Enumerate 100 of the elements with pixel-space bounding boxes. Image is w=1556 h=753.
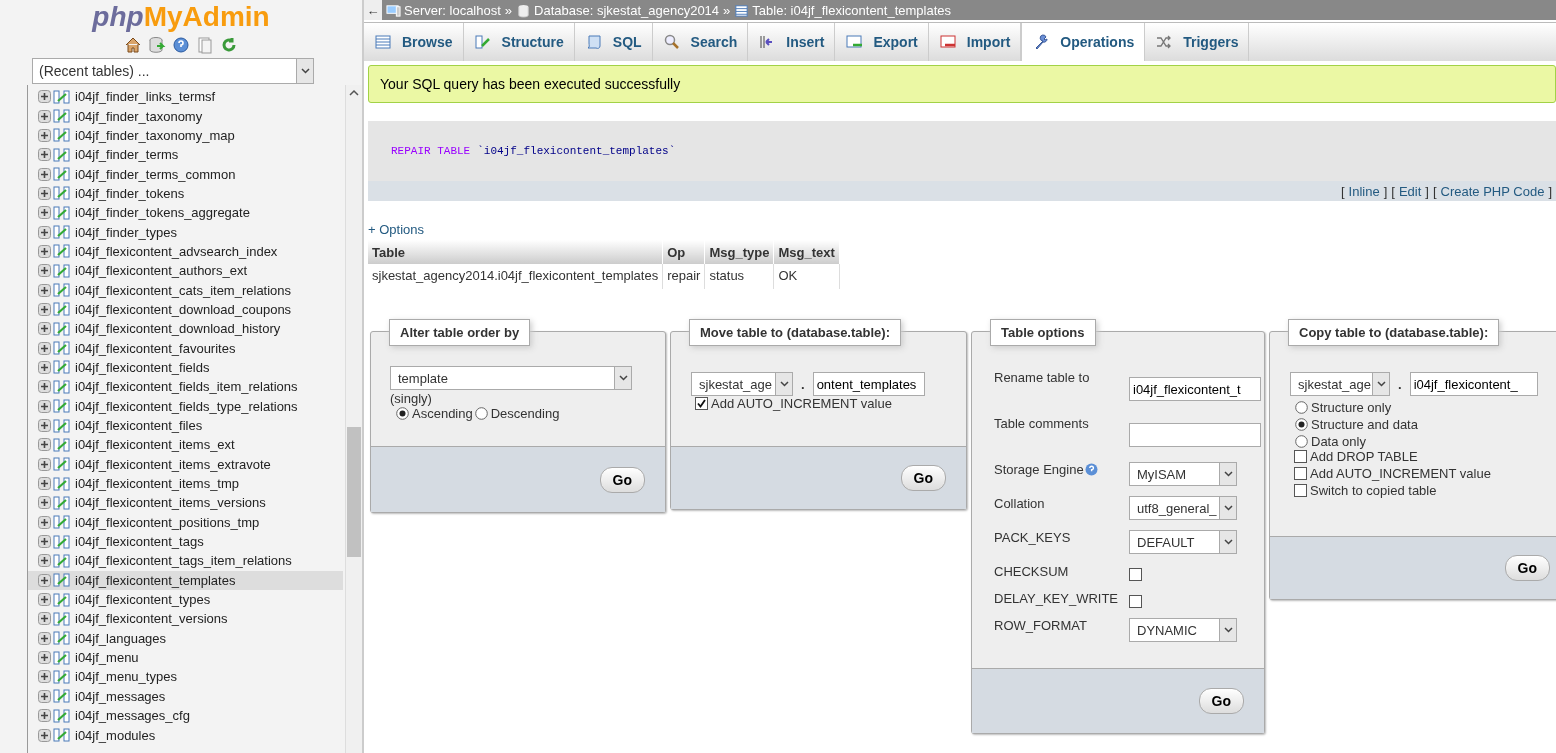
expand-icon[interactable] [38, 109, 51, 123]
expand-icon[interactable] [38, 186, 51, 200]
dropdown[interactable]: MyISAM [1129, 462, 1237, 486]
go-button[interactable]: Go [1198, 688, 1244, 714]
tab[interactable]: Export [835, 23, 929, 61]
table-tree-item[interactable]: i04jf_flexicontent_fields_item_relations [28, 377, 343, 397]
input-field[interactable]: ontent_templates [812, 372, 925, 396]
radio-button[interactable] [396, 407, 409, 420]
query-link[interactable]: Inline [1348, 183, 1380, 199]
expand-icon[interactable] [38, 148, 51, 162]
go-button[interactable]: Go [1504, 555, 1550, 581]
tab[interactable]: Browse [364, 23, 464, 61]
table-tree-item[interactable]: i04jf_finder_taxonomy_map [28, 125, 343, 146]
expand-icon[interactable] [38, 477, 51, 491]
table-tree-item[interactable]: i04jf_finder_taxonomy [28, 106, 343, 126]
expand-icon[interactable] [38, 244, 51, 258]
go-button[interactable]: Go [599, 466, 645, 493]
table-tree-item[interactable]: i04jf_modules [28, 725, 343, 745]
radio-button[interactable] [1295, 418, 1308, 431]
table-tree-item[interactable]: i04jf_flexicontent_items_extravote [28, 454, 343, 474]
logo[interactable]: phpMyAdmin [0, 0, 362, 32]
table-tree-item[interactable]: i04jf_flexicontent_templates [28, 570, 343, 590]
checkbox[interactable] [1294, 467, 1307, 480]
input-field[interactable]: i04jf_flexicontent_t [1129, 377, 1261, 401]
expand-icon[interactable] [38, 361, 51, 374]
help-icon[interactable] [172, 36, 190, 54]
table-tree-item[interactable]: i04jf_flexicontent_favourites [28, 338, 343, 358]
expand-icon[interactable] [38, 631, 51, 645]
go-button[interactable]: Go [900, 465, 946, 491]
expand-icon[interactable] [38, 90, 51, 104]
expand-icon[interactable] [38, 341, 51, 355]
expand-icon[interactable] [38, 593, 51, 607]
expand-icon[interactable] [38, 612, 51, 626]
dropdown[interactable]: sjkestat_age [691, 372, 793, 396]
expand-icon[interactable] [38, 689, 51, 703]
table-tree-item[interactable]: i04jf_flexicontent_tags [28, 531, 343, 552]
expand-icon[interactable] [38, 167, 51, 181]
expand-icon[interactable] [38, 554, 51, 568]
input-field[interactable]: i04jf_flexicontent_ [1409, 372, 1538, 396]
expand-icon[interactable] [38, 225, 51, 239]
dropdown[interactable]: DEFAULT [1129, 530, 1237, 554]
expand-icon[interactable] [38, 535, 51, 549]
expand-icon[interactable] [38, 573, 51, 587]
table-tree-item[interactable]: i04jf_flexicontent_types [28, 589, 343, 610]
dropdown[interactable]: utf8_general_ [1129, 496, 1237, 520]
dropdown[interactable]: sjkestat_age [1290, 372, 1390, 396]
tab[interactable]: Triggers [1145, 23, 1250, 61]
breadcrumb-link[interactable]: Server: localhost [386, 2, 501, 18]
table-tree-item[interactable]: i04jf_flexicontent_items_ext [28, 435, 343, 455]
expand-icon[interactable] [38, 496, 51, 510]
table-tree-item[interactable]: i04jf_finder_tokens [28, 183, 343, 204]
scrollbar[interactable] [345, 85, 362, 753]
expand-icon[interactable] [38, 380, 51, 394]
expand-icon[interactable] [38, 438, 51, 452]
dropdown[interactable]: DYNAMIC [1129, 618, 1237, 642]
radio-button[interactable] [1295, 435, 1308, 448]
table-tree-item[interactable]: i04jf_finder_terms_common [28, 164, 343, 184]
radio-button[interactable] [474, 407, 488, 420]
table-tree-item[interactable]: i04jf_flexicontent_files [28, 415, 343, 436]
breadcrumb-link[interactable]: Database: sjkestat_agency2014 [516, 2, 720, 18]
table-tree-item[interactable]: i04jf_finder_terms [28, 145, 343, 165]
scroll-up-icon[interactable] [349, 89, 359, 97]
table-tree-item[interactable]: i04jf_finder_links_termsf [28, 87, 343, 107]
expand-icon[interactable] [38, 651, 51, 665]
expand-icon[interactable] [38, 709, 51, 723]
query-link[interactable]: Create PHP Code [1440, 183, 1545, 199]
table-tree-item[interactable]: i04jf_messages [28, 686, 343, 706]
table-tree-item[interactable]: i04jf_flexicontent_items_versions [28, 493, 343, 513]
expand-icon[interactable] [38, 515, 51, 529]
table-tree-item[interactable]: i04jf_flexicontent_fields_type_relations [28, 396, 343, 416]
expand-icon[interactable] [38, 264, 51, 278]
table-tree-item[interactable]: i04jf_flexicontent_download_history [28, 319, 343, 339]
table-tree-item[interactable]: i04jf_menu_types [28, 667, 343, 687]
expand-icon[interactable] [38, 128, 51, 142]
expand-icon[interactable] [38, 728, 51, 742]
tab[interactable]: Operations [1021, 23, 1146, 61]
checkbox[interactable] [1294, 484, 1307, 497]
database-arrow-icon[interactable] [148, 36, 166, 54]
expand-icon[interactable] [38, 302, 51, 316]
table-tree-item[interactable]: i04jf_flexicontent_cats_item_relations [28, 280, 343, 300]
expand-icon[interactable] [38, 322, 51, 336]
expand-icon[interactable] [38, 399, 51, 413]
table-tree-item[interactable]: i04jf_flexicontent_tags_item_relations [28, 551, 343, 571]
expand-icon[interactable] [38, 457, 51, 471]
query-link[interactable]: Edit [1398, 183, 1422, 199]
table-tree-item[interactable]: i04jf_flexicontent_items_tmp [28, 473, 343, 494]
expand-icon[interactable] [38, 206, 51, 220]
tab[interactable]: Structure [463, 23, 575, 61]
breadcrumb-link[interactable]: Table: i04jf_flexicontent_templates [734, 2, 952, 18]
table-tree-item[interactable]: i04jf_flexicontent_versions [28, 609, 343, 629]
radio-button[interactable] [1295, 401, 1308, 414]
table-tree-item[interactable]: i04jf_flexicontent_positions_tmp [28, 512, 343, 532]
table-tree-item[interactable]: i04jf_flexicontent_fields [28, 357, 343, 378]
table-tree-item[interactable]: i04jf_flexicontent_authors_ext [28, 261, 343, 281]
reload-icon[interactable] [220, 36, 238, 54]
input-field[interactable] [1129, 423, 1261, 447]
expand-icon[interactable] [38, 670, 51, 684]
expand-icon[interactable] [38, 419, 51, 432]
checkbox[interactable] [1129, 595, 1142, 608]
checkbox[interactable] [1294, 450, 1307, 463]
